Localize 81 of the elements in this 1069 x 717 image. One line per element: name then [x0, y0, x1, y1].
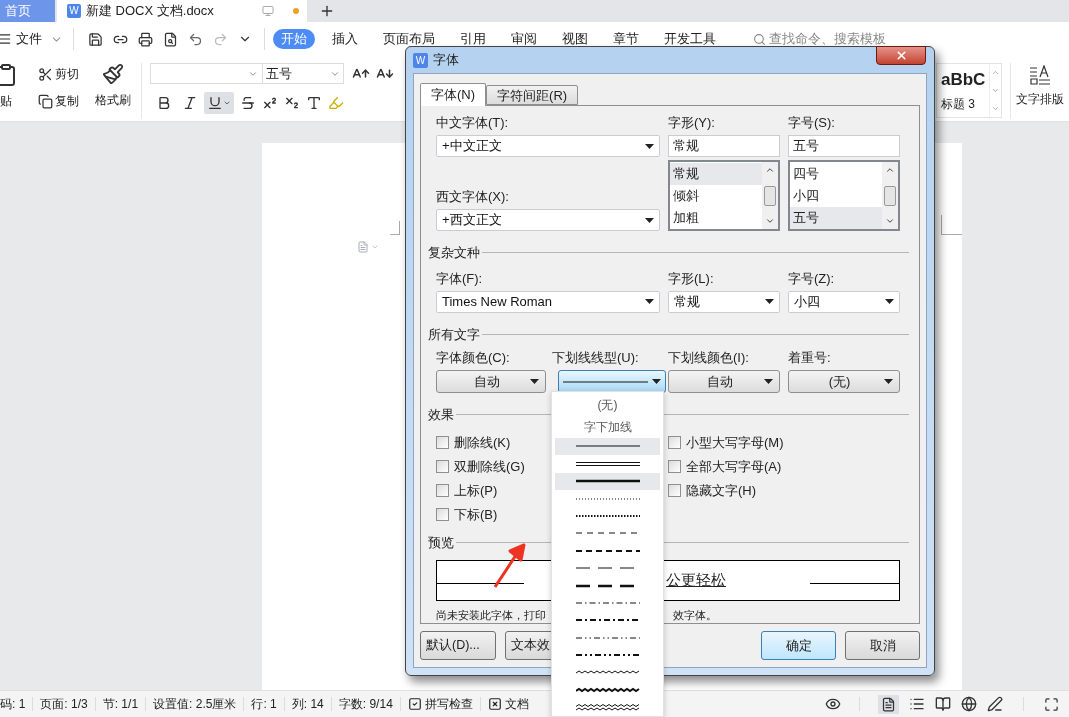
- field-label: 字体(F):: [436, 270, 484, 287]
- checkbox-label: 全部大写字母(A): [686, 457, 782, 476]
- list-box[interactable]: 四号 小四 五号: [788, 160, 900, 231]
- section-heading: 效果: [428, 406, 454, 424]
- tab-title: 新建 DOCX 文档.docx: [86, 2, 214, 21]
- list-item[interactable]: 倾斜: [670, 185, 762, 207]
- dropdown[interactable]: (无): [788, 370, 900, 393]
- field-label: 着重号:: [788, 350, 832, 366]
- toolbar-label[interactable]: 文字排版: [1016, 90, 1064, 108]
- list-item[interactable]: 小四: [790, 185, 882, 207]
- dialog-button[interactable]: 确定: [761, 631, 836, 660]
- list-item[interactable]: 加粗: [670, 207, 762, 229]
- dropdown[interactable]: +西文正文: [436, 209, 660, 231]
- status-text: 码: 1: [0, 696, 27, 713]
- style-name: 标题 3: [941, 96, 976, 113]
- ribbon-tab[interactable]: 插入: [324, 29, 366, 49]
- field-label: 字形(Y):: [668, 115, 716, 131]
- dropdown[interactable]: 常规: [668, 290, 780, 313]
- dialog-button[interactable]: 取消: [845, 631, 920, 660]
- ribbon-tab[interactable]: 开发工具: [656, 29, 724, 49]
- checkbox-label: 上标(P): [454, 481, 498, 500]
- preview-text: 公更轻松: [666, 570, 726, 590]
- ribbon-tab[interactable]: 引用: [452, 29, 494, 49]
- field-label: 字号(Z):: [788, 270, 836, 287]
- status-text: 行: 1: [250, 696, 278, 713]
- list-item[interactable]: 四号: [790, 163, 882, 185]
- dialog-title: 字体: [433, 51, 459, 70]
- tab[interactable]: 字体(N): [420, 83, 487, 106]
- status-text: 节: 1/1: [101, 696, 140, 713]
- dropdown[interactable]: Times New Roman: [436, 290, 660, 313]
- status-text: 设置值: 2.5厘米: [152, 696, 238, 713]
- field-label: 字号(S):: [788, 115, 836, 131]
- status-text: 列: 14: [290, 696, 325, 713]
- toolbar-label[interactable]: 贴: [0, 92, 12, 110]
- status-text: 页面: 1/3: [39, 696, 89, 713]
- ribbon-tab[interactable]: 视图: [554, 29, 596, 49]
- toolbar-label[interactable]: 格式刷: [95, 91, 131, 109]
- section-heading: 复杂文种: [428, 244, 480, 262]
- checkbox-label: 小型大写字母(M): [686, 433, 784, 452]
- doc-check-button[interactable]: 文档: [480, 695, 536, 713]
- section-heading: 预览: [428, 533, 454, 552]
- field-label: 中文字体(T):: [436, 115, 510, 131]
- field-label: 下划线线型(U):: [552, 350, 640, 366]
- note-text: 尚未安装此字体，打印: [436, 608, 546, 621]
- dropdown[interactable]: 自动: [668, 370, 780, 393]
- checkbox-label: 下标(B): [454, 505, 498, 524]
- list-item[interactable]: 常规: [670, 163, 762, 185]
- input-field[interactable]: 五号: [788, 135, 900, 157]
- ribbon-tab[interactable]: 页面布局: [375, 29, 443, 49]
- section-heading: 所有文字: [428, 325, 480, 344]
- note-text: 效字体。: [673, 608, 717, 621]
- menu-item[interactable]: 文件: [16, 29, 42, 49]
- dropdown[interactable]: +中文正文: [436, 135, 660, 157]
- menu-item[interactable]: (无): [555, 394, 660, 416]
- list-item[interactable]: 五号: [790, 207, 882, 229]
- app-logo: W: [67, 4, 81, 18]
- tab[interactable]: 字符间距(R): [486, 85, 579, 105]
- search-field[interactable]: 查找命令、搜索模板: [753, 29, 886, 49]
- menu-item[interactable]: 字下加线: [555, 415, 660, 438]
- ribbon-tab[interactable]: 审阅: [503, 29, 545, 49]
- field-label: 西文字体(X):: [436, 189, 510, 205]
- style-sample: aBbC: [941, 70, 987, 90]
- tab[interactable]: W 新建 DOCX 文档.docx: [57, 0, 307, 22]
- dropdown[interactable]: 小四: [788, 290, 900, 313]
- field-label: 字形(L):: [668, 270, 715, 287]
- toolbar-label[interactable]: 剪切: [55, 65, 79, 83]
- toolbar-label[interactable]: 复制: [55, 92, 79, 110]
- spell-check-button[interactable]: 拼写检查: [400, 695, 480, 713]
- app-logo: W: [413, 52, 428, 68]
- checkbox-label: 双删除线(G): [454, 457, 525, 476]
- field-label: 下划线颜色(I):: [668, 350, 750, 366]
- checkbox-label: 隐藏文字(H): [686, 481, 757, 500]
- checkbox-label: 删除线(K): [454, 433, 511, 452]
- ribbon-tab[interactable]: 章节: [605, 29, 647, 49]
- font-size-field[interactable]: 五号: [263, 63, 344, 84]
- input-field[interactable]: 常规: [668, 135, 780, 157]
- dialog-button[interactable]: 默认(D)...: [420, 631, 496, 660]
- field-label: 字体颜色(C):: [436, 350, 511, 366]
- status-text: 字数: 9/14: [337, 696, 394, 713]
- list-box[interactable]: 常规 倾斜 加粗: [668, 160, 780, 231]
- dropdown[interactable]: 自动: [436, 370, 546, 393]
